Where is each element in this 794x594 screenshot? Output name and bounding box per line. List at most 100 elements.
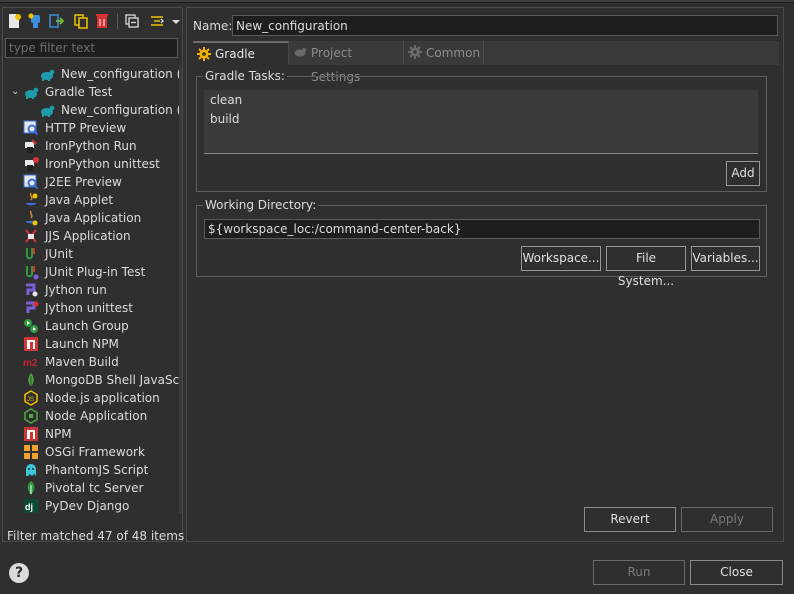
task-item[interactable]: clean xyxy=(210,93,242,107)
tree-item-label: Node Application xyxy=(45,409,148,423)
task-item[interactable]: build xyxy=(210,112,240,126)
tree-item[interactable]: NPM xyxy=(5,425,179,443)
new-prototype-icon[interactable] xyxy=(27,13,43,29)
working-directory-input[interactable] xyxy=(204,219,760,239)
tree-item-label: JUnit xyxy=(45,247,73,261)
revert-button[interactable]: Revert xyxy=(584,507,676,532)
workspace-button[interactable]: Workspace... xyxy=(521,246,601,271)
jython-unittest-icon xyxy=(23,300,39,316)
tree-item-label: Maven Build xyxy=(45,355,119,369)
tree-item[interactable]: Launch Group xyxy=(5,317,179,335)
tab-project-settings[interactable]: Project Settings xyxy=(289,41,404,84)
collapse-all-icon[interactable] xyxy=(124,13,140,29)
gradle-tasks-group: Gradle Tasks: clean build Add xyxy=(196,69,767,192)
npm-icon xyxy=(23,426,39,442)
tree-item-label: PyDev Django xyxy=(45,499,130,513)
gradle-icon xyxy=(293,45,307,59)
editor-tabs: Gradle Tasks Project Settings Common xyxy=(193,41,779,84)
junit-icon xyxy=(23,246,39,262)
phantomjs-icon xyxy=(23,462,39,478)
tree-item[interactable]: New_configuration ( xyxy=(5,65,179,83)
pydev-django-icon: dj xyxy=(23,498,39,513)
configuration-editor-pane: Name: Gradle Tasks Project Settings Comm… xyxy=(186,7,784,542)
ironpython-unittest-icon xyxy=(23,156,39,172)
tree-item[interactable]: IronPython unittest xyxy=(5,155,179,173)
tree-item[interactable]: PhantomJS Script xyxy=(5,461,179,479)
tree-item-label: OSGi Framework xyxy=(45,445,145,459)
chevron-down-icon[interactable]: ⌄ xyxy=(11,86,21,98)
tree-item-label: JUnit Plug-in Test xyxy=(45,265,146,279)
filter-icon[interactable] xyxy=(149,13,165,29)
tree-item[interactable]: Jython unittest xyxy=(5,299,179,317)
gear-icon xyxy=(408,45,422,59)
gradle-icon xyxy=(39,102,55,118)
tree-item-label: Launch NPM xyxy=(45,337,119,351)
add-task-button[interactable]: Add xyxy=(726,161,760,186)
tree-item[interactable]: JS Node.js application xyxy=(5,389,179,407)
junit-plugin-icon xyxy=(23,264,39,280)
tree-item[interactable]: Node Application xyxy=(5,407,179,425)
launch-group-icon xyxy=(23,318,39,334)
npm-icon xyxy=(23,336,39,352)
name-label: Name: xyxy=(193,19,233,33)
http-preview-icon xyxy=(23,120,39,136)
new-configuration-icon[interactable] xyxy=(6,13,22,29)
tree-item[interactable]: JUnit xyxy=(5,245,179,263)
tree-item[interactable]: HTTP Preview xyxy=(5,119,179,137)
tree-item[interactable]: Java Application xyxy=(5,209,179,227)
tree-item-label: Jython run xyxy=(45,283,107,297)
apply-button[interactable]: Apply xyxy=(681,507,773,532)
tree-item[interactable]: IronPython Run xyxy=(5,137,179,155)
tree-item-label: Gradle Test xyxy=(45,85,113,99)
tree-item[interactable]: Launch NPM xyxy=(5,335,179,353)
gradle-icon xyxy=(23,84,39,100)
tree-item[interactable]: MongoDB Shell JavaScr xyxy=(5,371,179,389)
java-applet-icon xyxy=(23,192,39,208)
tree-item[interactable]: ⌄ Gradle Test xyxy=(5,83,179,101)
tree-item-label: PhantomJS Script xyxy=(45,463,149,477)
configuration-toolbar xyxy=(3,8,182,36)
mongodb-icon xyxy=(23,372,39,388)
svg-text:m2: m2 xyxy=(23,358,38,369)
tree-item[interactable]: Java Applet xyxy=(5,191,179,209)
osgi-icon xyxy=(23,444,39,460)
tree-item-label: Java Application xyxy=(45,211,142,225)
svg-text:dj: dj xyxy=(25,502,33,512)
tree-item[interactable]: J2EE Preview xyxy=(5,173,179,191)
configuration-list-pane: New_configuration ( ⌄ Gradle Test New_confi… xyxy=(2,7,184,543)
tree-item[interactable]: New_configuration (2 xyxy=(5,101,179,119)
tree-item[interactable]: Pivotal tc Server xyxy=(5,479,179,497)
toolbar-separator xyxy=(117,13,118,29)
tree-item[interactable]: Jython run xyxy=(5,281,179,299)
nodejs-icon: JS xyxy=(23,390,39,406)
tree-item-label: Launch Group xyxy=(45,319,129,333)
duplicate-icon[interactable] xyxy=(73,13,89,29)
view-menu-icon[interactable] xyxy=(168,13,180,29)
working-directory-title: Working Directory: xyxy=(203,198,319,212)
tree-item-label: Pivotal tc Server xyxy=(45,481,144,495)
tree-item[interactable]: JJS Application xyxy=(5,227,179,245)
jjs-icon xyxy=(23,228,39,244)
file-system-button[interactable]: File System... xyxy=(606,246,686,288)
tree-item[interactable]: OSGi Framework xyxy=(5,443,179,461)
run-button[interactable]: Run xyxy=(593,560,685,585)
tab-gradle-tasks[interactable]: Gradle Tasks xyxy=(193,41,289,83)
tab-common[interactable]: Common xyxy=(404,41,484,65)
gradle-tasks-list[interactable]: clean build xyxy=(204,90,758,154)
close-button[interactable]: Close xyxy=(690,560,783,585)
help-icon[interactable]: ? xyxy=(9,563,29,583)
window-top-border xyxy=(0,0,794,3)
working-directory-group: Working Directory: Workspace... File Sys… xyxy=(196,198,767,288)
export-icon[interactable] xyxy=(48,13,64,29)
tree-item[interactable]: JUnit Plug-in Test xyxy=(5,263,179,281)
variables-button[interactable]: Variables... xyxy=(691,246,760,271)
filter-input[interactable] xyxy=(5,38,178,58)
tree-scrollbar[interactable] xyxy=(179,65,182,513)
delete-icon[interactable] xyxy=(94,13,110,29)
name-input[interactable] xyxy=(232,15,778,36)
tree-item[interactable]: dj PyDev Django xyxy=(5,497,179,513)
tree-item[interactable]: m2 Maven Build xyxy=(5,353,179,371)
configuration-tree[interactable]: New_configuration ( ⌄ Gradle Test New_confi… xyxy=(5,65,179,513)
tab-common-label: Common xyxy=(426,46,481,60)
gradle-icon xyxy=(39,66,55,82)
